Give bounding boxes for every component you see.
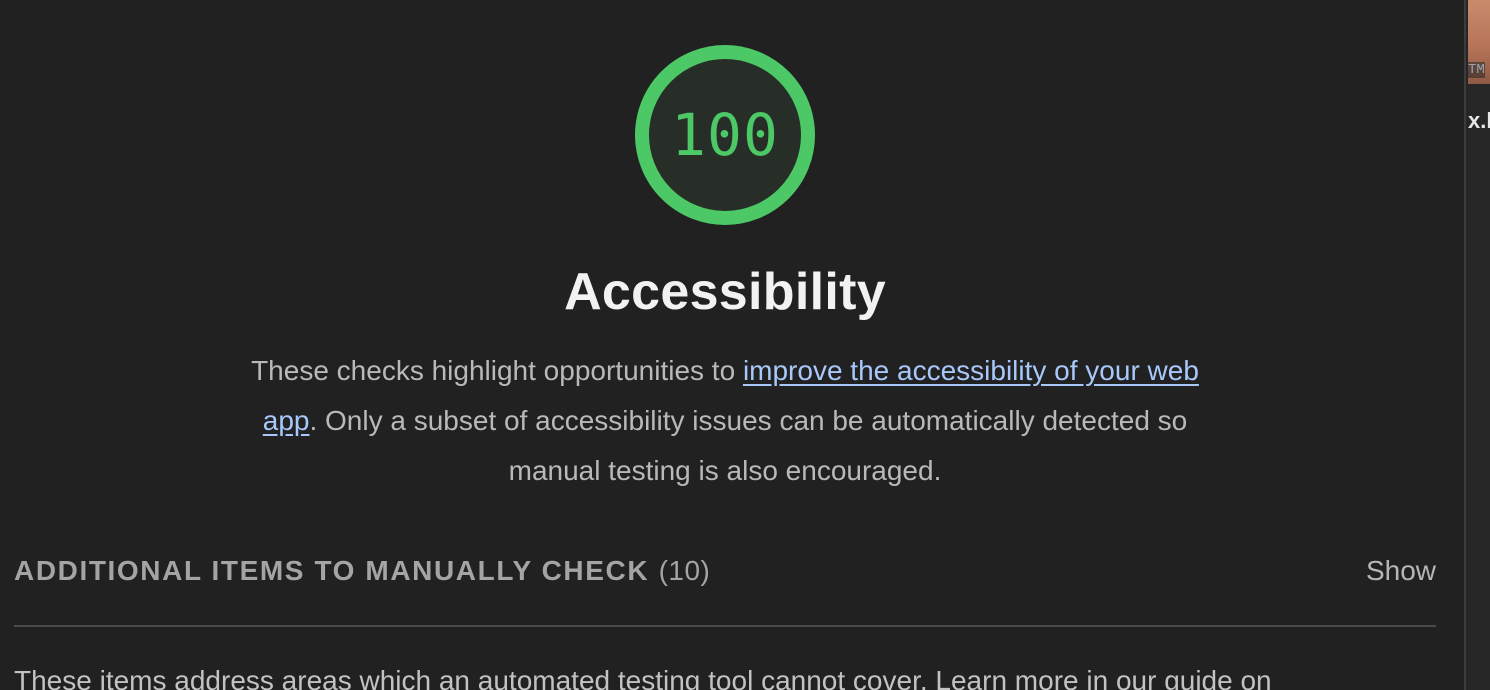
description-prefix: These checks highlight opportunities to	[251, 355, 743, 386]
thumbnail-label: TM	[1468, 62, 1485, 78]
manual-checks-title: Additional items to manually check (10)	[14, 555, 710, 587]
manual-checks-description: These items address areas which an autom…	[14, 665, 1272, 690]
adjacent-window-strip[interactable]: TM x.l	[1464, 0, 1490, 690]
category-title: Accessibility	[564, 263, 886, 321]
adjacent-filename: x.l	[1468, 108, 1490, 133]
report-panel: 100 Accessibility These checks highlight…	[0, 0, 1464, 690]
score-value: 100	[671, 101, 779, 169]
category-description: These checks highlight opportunities to …	[225, 346, 1225, 496]
section-divider	[14, 625, 1436, 627]
score-gauge[interactable]: 100	[634, 44, 816, 226]
manual-checks-title-text: Additional items to manually check	[14, 555, 650, 586]
description-suffix: . Only a subset of accessibility issues …	[309, 405, 1188, 486]
show-toggle-button[interactable]: Show	[1366, 555, 1436, 587]
manual-checks-count: (10)	[658, 555, 711, 586]
manual-checks-header[interactable]: Additional items to manually check (10) …	[14, 548, 1436, 594]
